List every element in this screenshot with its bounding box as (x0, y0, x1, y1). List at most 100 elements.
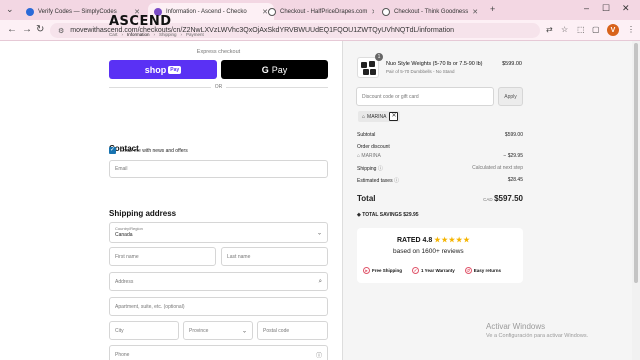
page-scrollbar[interactable] (632, 41, 640, 360)
close-tab-icon[interactable]: ✕ (367, 8, 374, 16)
profile-avatar[interactable]: V (607, 24, 619, 36)
warranty-text: 1 Year Warranty (421, 268, 455, 273)
or-divider: OR (109, 84, 328, 90)
menu-icon[interactable]: ⋮ (627, 25, 635, 34)
savings-value: $29.95 (403, 212, 419, 218)
help-circle-icon[interactable]: ⓘ (394, 178, 399, 184)
back-icon[interactable]: ← (7, 24, 17, 35)
rating-label: RATED 4.8 (397, 237, 433, 244)
subtotal-value: $599.00 (504, 132, 523, 138)
currency-code: CAD (483, 197, 493, 202)
minimize-icon[interactable]: – (584, 3, 589, 13)
windows-activation-watermark: Activar Windows Ve a Configuración para … (486, 322, 588, 339)
total-savings-row: ◈ TOTAL SAVINGS $29.95 (357, 212, 419, 218)
province-select[interactable]: Province ⌄ (183, 321, 253, 340)
remove-discount-icon[interactable]: ✕ (389, 112, 399, 121)
breadcrumb: Cart › Information › Shipping › Payment (109, 32, 204, 37)
free-shipping-text: Free Shipping (372, 268, 403, 273)
order-discount-label: Order discount (357, 144, 390, 150)
reload-icon[interactable]: ↻ (36, 24, 44, 35)
city-field[interactable]: City (109, 321, 179, 340)
phone-placeholder: Phone (115, 351, 130, 358)
province-placeholder: Province (189, 327, 209, 334)
tab-think-goodness[interactable]: Checkout - Think Goodness ✕ (376, 3, 484, 20)
newsletter-checkbox-row[interactable]: ✓ Email me with news and offers (109, 147, 188, 154)
discount-value: − $29.95 (503, 153, 523, 159)
shipping-text: Shipping (357, 166, 377, 172)
dumbbell-icon (363, 69, 369, 75)
applied-code-text: MARINA (367, 113, 387, 120)
checkbox-checked-icon[interactable]: ✓ (109, 147, 116, 154)
trust-badge-card: RATED 4.8 ★★★★★ based on 1600+ reviews ▸… (357, 228, 523, 283)
shoppay-badge: Pay (168, 65, 182, 74)
address-bar-row: ← → ↻ ⚙ movewithascend.com/checkouts/cn/… (0, 20, 640, 41)
forward-icon[interactable]: → (22, 24, 32, 35)
total-amount: CAD $597.50 (443, 194, 523, 203)
store-logo[interactable]: ASCEND (109, 14, 172, 29)
chevron-right-icon: › (121, 32, 124, 37)
extensions-icon[interactable]: ⬚ (577, 25, 585, 34)
quantity-badge: 1 (375, 53, 383, 61)
bookmark-star-icon[interactable]: ☆ (561, 25, 568, 34)
apartment-field[interactable]: Apartment, suite, etc. (optional) (109, 297, 328, 316)
tab-search-icon[interactable]: ⌄ (6, 4, 14, 15)
scrollbar-thumb[interactable] (634, 43, 638, 283)
last-name-placeholder: Last name (227, 253, 251, 260)
taxes-label: Estimated taxes ⓘ (357, 177, 399, 184)
site-info-icon[interactable]: ⚙ (58, 27, 64, 35)
returns-text: Easy returns (473, 268, 502, 273)
city-placeholder: City (115, 327, 124, 334)
trust-badges: ▸ Free Shipping ✓ 1 Year Warranty ↺ Easy re… (363, 267, 501, 274)
breadcrumb-cart[interactable]: Cart (109, 32, 118, 37)
tab-title: Verify Codes — SimplyCodes (38, 8, 117, 15)
globe-favicon-icon (382, 7, 390, 16)
subtotal-label: Subtotal (357, 132, 376, 138)
shop-pay-button[interactable]: shop Pay (109, 60, 217, 79)
postal-code-field[interactable]: Postal code (257, 321, 328, 340)
discount-code-name: MARINA (361, 153, 381, 159)
gpay-text: Pay (271, 64, 288, 75)
google-pay-button[interactable]: G Pay (221, 60, 328, 79)
discount-code-row: ⌂ MARINA (357, 153, 381, 159)
savings-label: TOTAL SAVINGS (362, 212, 402, 218)
newsletter-label: Email me with news and offers (120, 147, 188, 154)
reviews-count: based on 1600+ reviews (393, 248, 464, 255)
activate-title: Activar Windows (486, 322, 546, 331)
search-icon: ⌕ (318, 278, 322, 284)
shipping-address-heading: Shipping address (109, 209, 177, 218)
postal-placeholder: Postal code (263, 327, 290, 334)
shipping-label: Shipping ⓘ (357, 165, 383, 172)
warranty-badge: ✓ 1 Year Warranty (412, 267, 455, 274)
help-circle-icon[interactable]: ⓘ (378, 166, 383, 172)
address-field[interactable]: Address ⌕ (109, 272, 328, 291)
maximize-icon[interactable]: ☐ (602, 3, 610, 14)
chevron-right-icon: › (153, 32, 156, 37)
express-checkout-label: Express checkout (196, 49, 241, 55)
apply-button[interactable]: Apply (498, 87, 523, 106)
total-value: $597.50 (494, 194, 523, 203)
sidebar-icon[interactable]: ▢ (592, 25, 600, 34)
last-name-field[interactable]: Last name (221, 247, 328, 266)
tag-icon: ⌂ (362, 113, 366, 120)
new-tab-button[interactable]: + (490, 4, 495, 14)
dumbbell-icon (369, 61, 375, 67)
simplycodes-favicon-icon (26, 7, 34, 16)
email-field[interactable]: Email (109, 160, 328, 178)
email-placeholder: Email (115, 166, 128, 172)
shoppay-text: shop (144, 64, 167, 75)
first-name-field[interactable]: First name (109, 247, 216, 266)
total-label: Total (357, 194, 376, 203)
phone-field[interactable]: Phone ⓘ (109, 345, 328, 360)
discount-code-input[interactable]: Discount code or gift card (356, 87, 494, 106)
translate-icon[interactable]: ⇄ (546, 25, 553, 34)
dumbbell-icon (370, 69, 376, 75)
country-select[interactable]: Country/Region Canada ⌄ (109, 222, 328, 243)
help-circle-icon[interactable]: ⓘ (316, 350, 322, 359)
tab-halfpricedrapes[interactable]: Checkout - HalfPriceDrapes.com ✕ (262, 3, 374, 20)
close-tab-icon[interactable]: ✕ (468, 8, 478, 16)
applied-discount-chip: ⌂ MARINA ✕ (358, 111, 401, 122)
chevron-down-icon: ⌄ (241, 328, 247, 334)
rating-row: RATED 4.8 ★★★★★ (397, 236, 471, 244)
close-window-icon[interactable]: ✕ (622, 3, 630, 14)
activate-subtitle: Ve a Configuración para activar Windows. (486, 333, 589, 339)
